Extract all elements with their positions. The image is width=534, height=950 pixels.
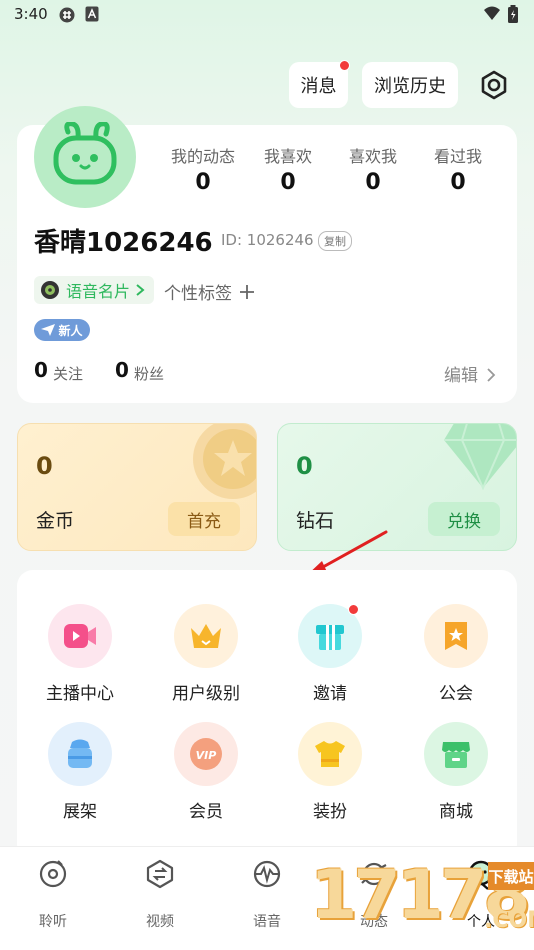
- coins-card[interactable]: 0 金币 首充: [17, 423, 257, 551]
- exchange-button[interactable]: 兑换: [428, 502, 500, 536]
- svg-text:VIP: VIP: [196, 749, 217, 762]
- following-count: 0: [34, 358, 48, 382]
- icon-wrap: [174, 604, 238, 668]
- icon-wrap: [424, 722, 488, 786]
- coin-icon: [193, 424, 256, 499]
- icon-wrap: [298, 722, 362, 786]
- history-label: 浏览历史: [374, 76, 446, 97]
- service-shelf[interactable]: 展架: [17, 722, 143, 832]
- messages-unread-dot: [339, 60, 350, 71]
- service-invite[interactable]: 邀请: [267, 604, 393, 714]
- music-disc-icon: [39, 860, 67, 888]
- plus-icon: [240, 285, 255, 299]
- followers-label: 粉丝: [134, 365, 165, 383]
- coins-label: 金币: [36, 510, 75, 532]
- add-tag-button[interactable]: 个性标签: [164, 279, 255, 304]
- vip-icon: VIP: [190, 738, 222, 770]
- paper-plane-icon: [41, 324, 56, 336]
- wifi-icon: [484, 6, 500, 20]
- video-swap-icon: [146, 859, 174, 889]
- diamond-icon: [444, 424, 516, 490]
- avatar-bunny-icon: [53, 122, 117, 185]
- add-tag-label: 个性标签: [164, 284, 232, 304]
- shop-icon: [442, 742, 470, 768]
- edit-label: 编辑: [444, 366, 478, 386]
- service-label: 装扮: [313, 802, 347, 822]
- stat-value: 0: [365, 170, 381, 195]
- anchor-video-icon: [64, 624, 96, 648]
- app-status-icon: [59, 7, 75, 23]
- nav-label: 语音: [253, 914, 281, 930]
- service-label: 主播中心: [46, 684, 114, 704]
- invite-unread-dot: [348, 604, 359, 615]
- new-user-badge: 新人: [34, 319, 90, 341]
- voice-card-label: 语音名片: [66, 282, 131, 301]
- settings-icon[interactable]: [478, 69, 510, 101]
- stat-label: 喜欢我: [348, 147, 397, 166]
- status-bar: 3:40: [0, 0, 534, 28]
- service-label: 用户级别: [172, 684, 240, 704]
- chevron-right-icon: [487, 368, 496, 382]
- icon-wrap: [48, 604, 112, 668]
- shirt-icon: [315, 741, 345, 767]
- avatar[interactable]: [34, 106, 136, 208]
- icon-wrap: [424, 604, 488, 668]
- icon-wrap: VIP: [174, 722, 238, 786]
- first-recharge-button[interactable]: 首充: [168, 502, 240, 536]
- nav-video[interactable]: 视频: [115, 859, 205, 939]
- record-disc-icon: [41, 281, 59, 299]
- gift-icon: [316, 625, 344, 650]
- edit-profile-button[interactable]: 编辑: [444, 361, 497, 386]
- nav-listen[interactable]: 聆听: [8, 859, 98, 939]
- messages-label: 消息: [300, 76, 337, 97]
- service-user-level[interactable]: 用户级别: [143, 604, 269, 714]
- service-vip[interactable]: VIP 会员: [143, 722, 269, 832]
- voice-card-button[interactable]: 语音名片: [34, 276, 155, 304]
- stat-label: 我的动态: [170, 147, 235, 166]
- backpack-icon: [68, 739, 92, 768]
- battery-icon: [508, 5, 518, 23]
- coins-value: 0: [36, 452, 53, 480]
- history-button[interactable]: 浏览历史: [362, 62, 458, 108]
- chevron-right-icon: [136, 284, 145, 296]
- nav-label: 视频: [146, 914, 174, 930]
- service-label: 邀请: [313, 684, 347, 704]
- notification-a-icon: [85, 6, 99, 22]
- watermark-domain: .COM: [484, 908, 534, 933]
- stat-label: 看过我: [433, 147, 482, 166]
- voice-wave-icon: [253, 860, 281, 888]
- status-time: 3:40: [14, 5, 48, 23]
- service-dress-up[interactable]: 装扮: [267, 722, 393, 832]
- service-label: 会员: [189, 802, 223, 822]
- service-shop[interactable]: 商城: [393, 722, 519, 832]
- service-label: 公会: [439, 684, 473, 704]
- site-watermark: 17178 下载站 .COM: [310, 856, 534, 950]
- username: 香晴1026246: [34, 228, 213, 258]
- nav-label: 聆听: [39, 914, 67, 930]
- followers-count: 0: [115, 358, 129, 382]
- user-id: ID: 1026246: [221, 231, 314, 249]
- icon-wrap: [48, 722, 112, 786]
- crown-icon: [191, 624, 221, 648]
- nav-voice[interactable]: 语音: [222, 859, 312, 939]
- messages-button[interactable]: 消息: [289, 60, 350, 108]
- service-label: 展架: [63, 802, 97, 822]
- guild-badge-icon: [445, 622, 467, 650]
- service-guild[interactable]: 公会: [393, 604, 519, 714]
- copy-id-button[interactable]: 复制: [318, 231, 352, 251]
- diamonds-value: 0: [296, 452, 313, 480]
- service-label: 商城: [439, 802, 473, 822]
- service-anchor-center[interactable]: 主播中心: [17, 604, 143, 714]
- stat-value: 0: [195, 170, 211, 195]
- stat-label: 我喜欢: [263, 147, 312, 166]
- badge-label: 新人: [58, 323, 83, 338]
- following-label: 关注: [53, 365, 84, 383]
- watermark-site: 下载站: [488, 862, 534, 890]
- stat-value: 0: [450, 170, 466, 195]
- stat-value: 0: [280, 170, 296, 195]
